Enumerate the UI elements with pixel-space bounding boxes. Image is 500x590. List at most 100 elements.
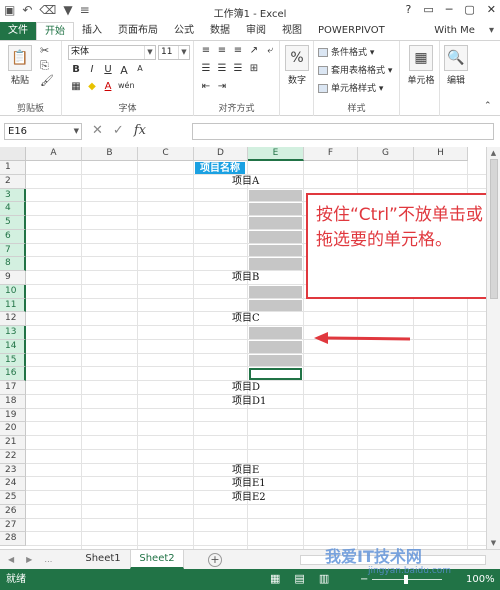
row-header[interactable]: 2 [0, 174, 26, 189]
align-bottom-icon[interactable]: ≡ [232, 45, 244, 56]
wrap-text-icon[interactable]: ⤶ [264, 45, 276, 56]
selected-cell[interactable] [249, 244, 302, 257]
selected-cell[interactable] [249, 327, 302, 339]
minimize-icon[interactable]: ─ [446, 3, 453, 16]
row-header[interactable]: 7 [0, 243, 26, 258]
formula-input[interactable] [192, 123, 494, 140]
orientation-icon[interactable]: ↗ [248, 45, 260, 56]
close-icon[interactable]: ✕ [487, 3, 496, 16]
row-header[interactable]: 3 [0, 188, 26, 203]
next-sheet-icon[interactable]: ▶ [26, 553, 32, 566]
normal-view-icon[interactable]: ▦ [270, 572, 280, 586]
tab-page-layout[interactable]: 页面布局 [110, 22, 166, 40]
row-header[interactable]: 18 [0, 394, 26, 409]
align-left-icon[interactable]: ☰ [200, 63, 212, 74]
row-header[interactable]: 9 [0, 271, 26, 285]
selected-cell[interactable] [249, 230, 302, 243]
active-cell[interactable] [249, 368, 302, 380]
cell-styles-button[interactable]: 单元格样式 ▾ [318, 81, 383, 94]
row-header[interactable]: 27 [0, 518, 26, 533]
scroll-thumb[interactable] [490, 159, 498, 299]
column-header[interactable]: D [194, 147, 248, 161]
insert-function-icon[interactable]: fx [134, 123, 146, 139]
row-header[interactable]: 19 [0, 408, 26, 423]
bold-button[interactable]: B [70, 64, 82, 77]
name-box[interactable]: E16 ▼ [4, 123, 82, 140]
scroll-up-icon[interactable]: ▲ [487, 149, 500, 157]
tab-insert[interactable]: 插入 [74, 22, 110, 40]
tab-file[interactable]: 文件 [0, 22, 36, 40]
row-header[interactable]: 13 [0, 326, 26, 340]
user-account[interactable]: With Me [426, 22, 483, 40]
row-header[interactable]: 17 [0, 381, 26, 395]
zoom-level[interactable]: 100% [466, 569, 495, 590]
cell-text[interactable]: 项目D [232, 381, 260, 394]
column-header[interactable]: B [82, 147, 138, 161]
row-header[interactable]: 24 [0, 477, 26, 491]
row-header[interactable]: 10 [0, 284, 26, 299]
tab-home[interactable]: 开始 [36, 22, 74, 40]
conditional-format-button[interactable]: 条件格式 ▾ [318, 45, 374, 58]
align-center-icon[interactable]: ☰ [216, 63, 228, 74]
scroll-down-icon[interactable]: ▼ [487, 539, 500, 547]
tab-view[interactable]: 视图 [274, 22, 310, 40]
increase-indent-icon[interactable]: ⇥ [216, 81, 228, 92]
column-header[interactable]: A [26, 147, 82, 161]
tab-formulas[interactable]: 公式 [166, 22, 202, 40]
add-sheet-button[interactable]: + [208, 553, 222, 567]
column-header[interactable]: E [248, 147, 304, 161]
selected-cell[interactable] [249, 189, 302, 202]
ribbon-display-icon[interactable]: ▭ [423, 3, 433, 16]
editing-button[interactable]: 🔍 编辑 [443, 45, 469, 86]
selected-cell[interactable] [249, 354, 302, 367]
vertical-scrollbar[interactable]: ▲ ▼ [486, 147, 500, 549]
header-cell[interactable]: 项目名称 [195, 162, 245, 174]
selected-cell[interactable] [249, 258, 302, 270]
copy-icon[interactable]: ⎘ [40, 59, 49, 73]
enter-icon[interactable]: ✓ [113, 123, 124, 139]
row-header[interactable]: 25 [0, 491, 26, 505]
column-header[interactable]: C [138, 147, 194, 161]
cell-text[interactable]: 项目E1 [232, 477, 266, 490]
selected-cell[interactable] [249, 340, 302, 353]
user-menu-caret[interactable]: ▾ [483, 22, 500, 40]
align-right-icon[interactable]: ☰ [232, 63, 244, 74]
grow-font-button[interactable]: A [118, 64, 130, 77]
maximize-icon[interactable]: ▢ [464, 3, 474, 16]
number-format-button[interactable]: % 数字 [284, 45, 310, 86]
cancel-icon[interactable]: ✕ [92, 123, 103, 139]
row-header[interactable]: 8 [0, 257, 26, 271]
column-header[interactable]: H [414, 147, 468, 161]
format-painter-icon[interactable]: 🖌 [40, 74, 54, 87]
row-header[interactable]: 20 [0, 422, 26, 436]
font-name-select[interactable]: 宋体 ▼ [68, 45, 156, 60]
row-header[interactable]: 4 [0, 202, 26, 216]
row-header[interactable]: 26 [0, 504, 26, 519]
tab-powerpivot[interactable]: POWERPIVOT [310, 22, 393, 40]
tab-data[interactable]: 数据 [202, 22, 238, 40]
row-header[interactable]: 14 [0, 339, 26, 354]
collapse-ribbon-icon[interactable]: ⌃ [484, 101, 492, 111]
phonetic-button[interactable]: wén [118, 81, 135, 92]
column-header[interactable]: G [358, 147, 414, 161]
fill-color-icon[interactable]: ◆ [86, 81, 98, 92]
row-header[interactable]: 21 [0, 436, 26, 450]
cell-text[interactable]: 项目D1 [232, 395, 266, 408]
selected-cell[interactable] [249, 203, 302, 215]
underline-button[interactable]: U [102, 64, 114, 77]
italic-button[interactable]: I [86, 64, 98, 77]
row-header[interactable]: 1 [0, 161, 26, 175]
selected-cell[interactable] [249, 217, 302, 229]
cell-text[interactable]: 项目E [232, 464, 259, 477]
cell-text[interactable]: 项目B [232, 271, 259, 284]
help-icon[interactable]: ? [406, 3, 412, 16]
font-size-select[interactable]: 11 ▼ [158, 45, 190, 60]
row-header[interactable]: 23 [0, 463, 26, 478]
align-middle-icon[interactable]: ≡ [216, 45, 228, 56]
sheet-tab-sheet2[interactable]: Sheet2 [130, 550, 184, 569]
align-top-icon[interactable]: ≡ [200, 45, 212, 56]
more-sheets-icon[interactable]: … [44, 553, 52, 566]
font-color-button[interactable]: A [102, 81, 114, 92]
row-header[interactable]: 11 [0, 298, 26, 313]
row-header[interactable]: 16 [0, 367, 26, 381]
